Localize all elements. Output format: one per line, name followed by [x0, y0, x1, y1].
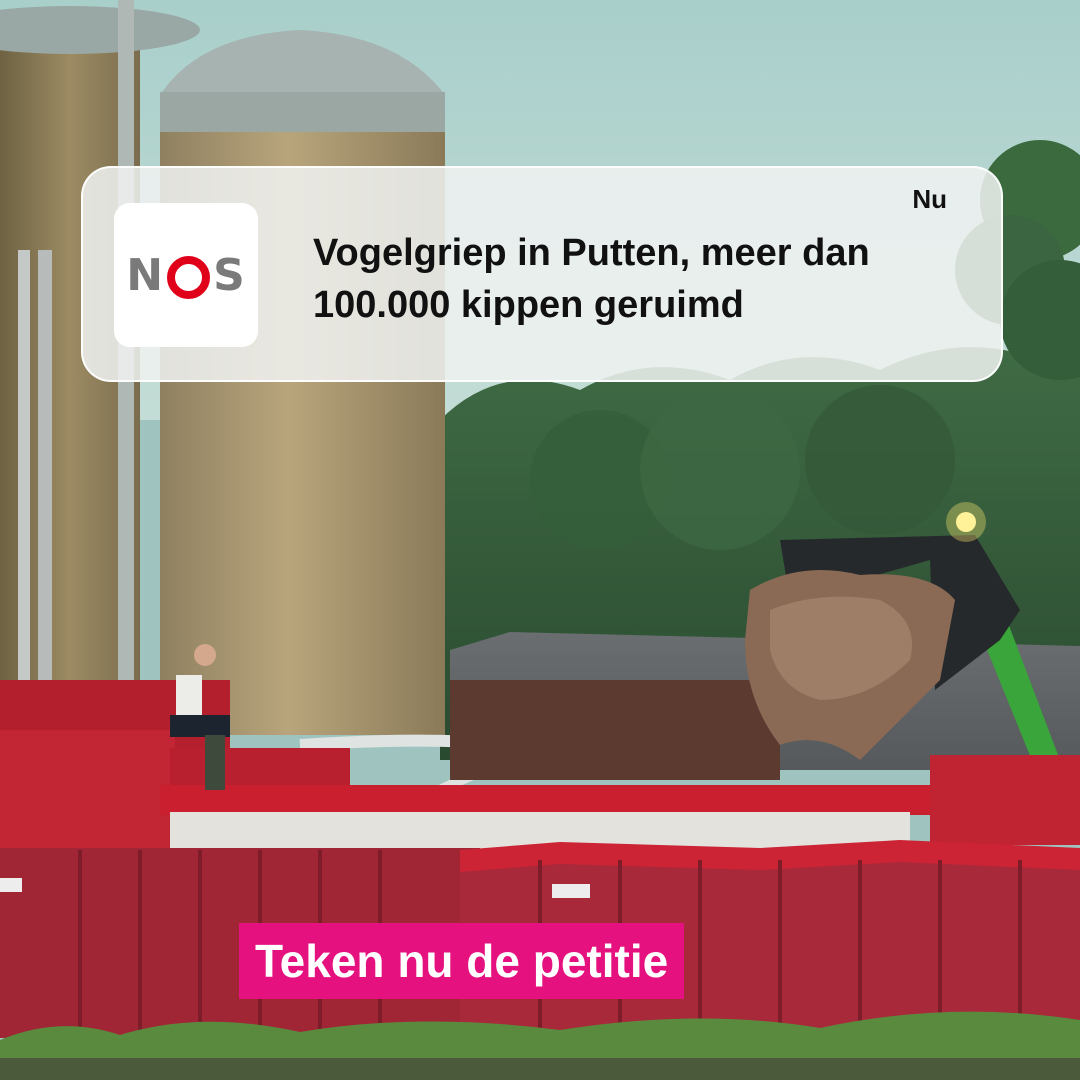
nos-logo-o-ring: [167, 255, 211, 299]
notification-time: Nu: [912, 184, 947, 214]
background-photo: [0, 0, 1080, 1080]
nos-logo-n: N: [126, 249, 165, 301]
nos-logo-s: S: [213, 249, 246, 301]
nos-app-icon: NS: [114, 203, 258, 347]
push-notification[interactable]: NS Nu Vogelgriep in Putten, meer dan 100…: [81, 166, 1003, 382]
notification-title: Vogelgriep in Putten, meer dan 100.000 k…: [313, 232, 870, 326]
sign-petition-button[interactable]: Teken nu de petitie: [239, 923, 685, 999]
